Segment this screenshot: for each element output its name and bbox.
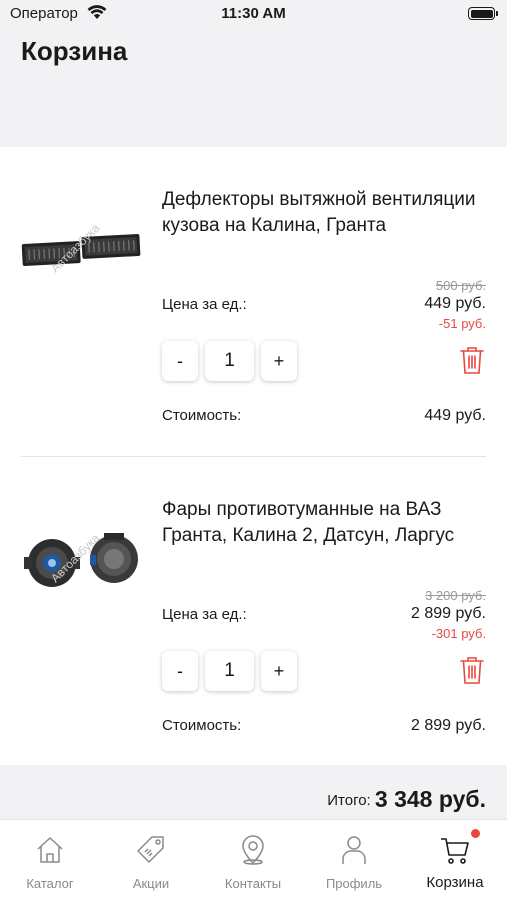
price-tag-icon <box>137 836 164 863</box>
product-name[interactable]: Фары противотуманные на ВАЗ Гранта, Кали… <box>162 497 492 549</box>
tab-promotions[interactable]: Акции <box>101 820 201 900</box>
tab-profile[interactable]: Профиль <box>304 820 404 900</box>
cart-icon <box>441 838 469 864</box>
tab-bar: Каталог Акции Контакты Профиль Корзина <box>0 819 507 900</box>
quantity-value[interactable]: 1 <box>205 651 254 691</box>
trash-icon[interactable] <box>459 655 485 685</box>
cost-value: 2 899 руб. <box>411 717 486 734</box>
total-value: 3 348 руб. <box>374 786 486 812</box>
increase-button[interactable]: + <box>261 651 297 691</box>
unit-price-label: Цена за ед.: <box>162 606 247 623</box>
quantity-value[interactable]: 1 <box>205 341 254 381</box>
map-pin-icon <box>242 835 264 865</box>
old-price: 3 200 руб. <box>425 588 486 603</box>
discount: -301 руб. <box>431 626 486 641</box>
product-name[interactable]: Дефлекторы вытяжной вентиляции кузова на… <box>162 187 492 239</box>
unit-price-label: Цена за ед.: <box>162 296 247 313</box>
tab-cart[interactable]: Корзина <box>405 820 505 900</box>
unit-price: 449 руб. <box>424 295 486 312</box>
cart-item: Автоазбука Фары противотуманные на ВАЗ Г… <box>0 457 507 757</box>
battery-icon <box>468 7 498 20</box>
product-image: Автоазбука <box>24 531 138 587</box>
clock: 11:30 AM <box>221 5 286 22</box>
tab-contacts[interactable]: Контакты <box>203 820 303 900</box>
discount: -51 руб. <box>438 316 486 331</box>
cost-value: 449 руб. <box>424 407 486 424</box>
old-price: 500 руб. <box>435 278 486 293</box>
tab-catalog[interactable]: Каталог <box>0 820 100 900</box>
cart-badge <box>471 829 480 838</box>
status-bar: Оператор 11:30 AM <box>0 0 507 32</box>
cart-list: Автоазбука Дефлекторы вытяжной вентиляци… <box>0 147 507 765</box>
cart-total: Итого: 3 348 руб. <box>327 786 486 813</box>
tab-label: Профиль <box>325 876 383 891</box>
tab-label: Акции <box>132 876 170 891</box>
cost-label: Стоимость: <box>162 407 242 424</box>
increase-button[interactable]: + <box>261 341 297 381</box>
tab-label: Каталог <box>26 876 74 891</box>
cost-label: Стоимость: <box>162 717 242 734</box>
person-icon <box>342 836 366 864</box>
tab-label: Контакты <box>224 876 282 891</box>
tab-label: Корзина <box>426 874 484 891</box>
decrease-button[interactable]: - <box>162 651 198 691</box>
product-image: Автоазбука <box>21 221 141 275</box>
cart-item: Автоазбука Дефлекторы вытяжной вентиляци… <box>0 147 507 447</box>
decrease-button[interactable]: - <box>162 341 198 381</box>
house-icon <box>37 837 63 863</box>
total-label: Итого: <box>327 792 371 809</box>
trash-icon[interactable] <box>459 345 485 375</box>
unit-price: 2 899 руб. <box>411 605 486 622</box>
page-title: Корзина <box>21 36 128 66</box>
